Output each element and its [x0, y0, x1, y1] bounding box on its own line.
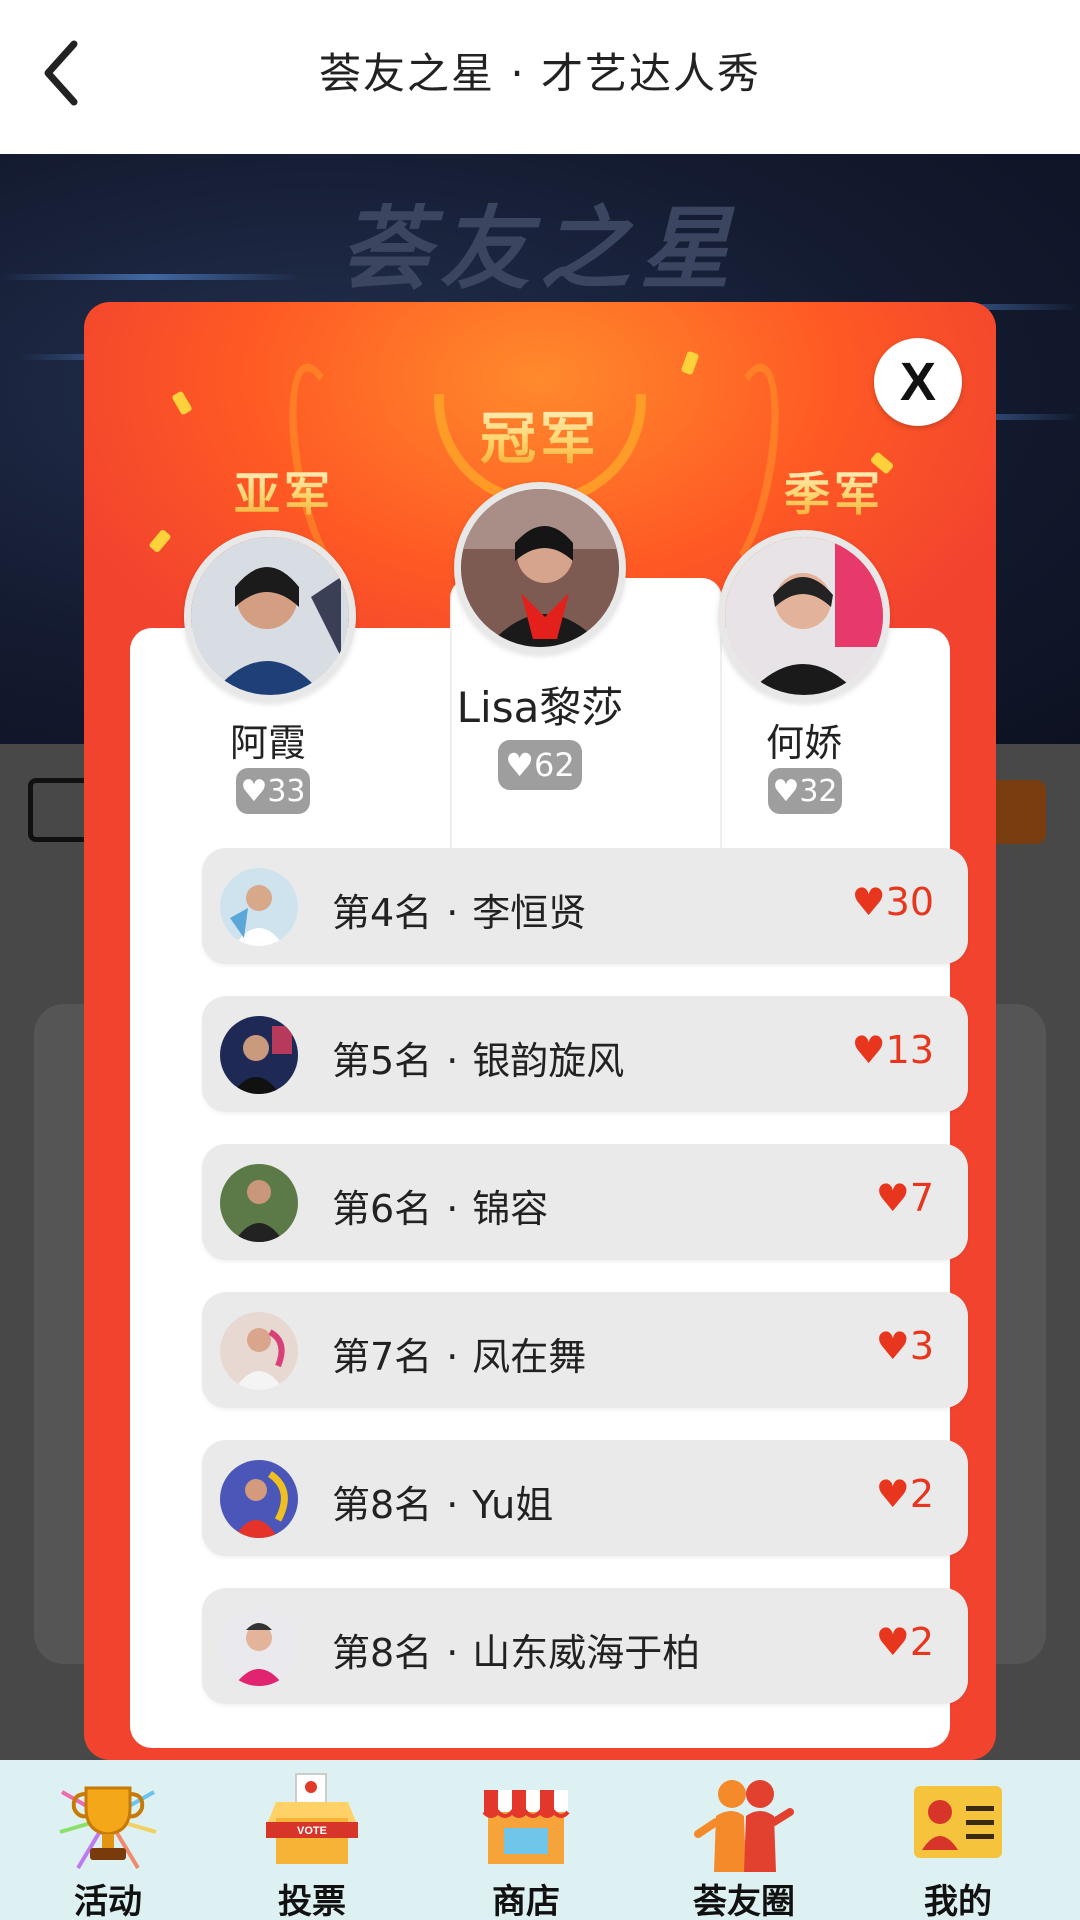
- second-place-votes: ♥33: [236, 768, 310, 814]
- avatar: [220, 868, 298, 946]
- store-icon: [482, 1790, 570, 1864]
- ranking-row[interactable]: 第8名 · Yu姐 ♥2: [202, 1440, 968, 1556]
- third-place-title: 季军: [744, 458, 924, 524]
- tab-mine[interactable]: 我的: [850, 1760, 1066, 1920]
- avatar: [220, 1312, 298, 1390]
- avatar: [220, 1460, 298, 1538]
- third-place-avatar[interactable]: [718, 530, 890, 702]
- tab-label: 投票: [278, 1882, 346, 1920]
- vote-count: ♥13: [851, 1028, 934, 1072]
- tab-store[interactable]: 商店: [418, 1760, 634, 1920]
- ranking-row-label: 第5名 · 银韵旋风: [332, 1039, 625, 1083]
- tab-activity[interactable]: 活动: [0, 1760, 216, 1920]
- avatar: [220, 1164, 298, 1242]
- close-icon: X: [899, 352, 937, 412]
- svg-text:VOTE: VOTE: [297, 1825, 327, 1837]
- ranking-row-label: 第6名 · 锦容: [332, 1187, 549, 1231]
- avatar: [220, 1608, 298, 1686]
- vote-count: ♥2: [875, 1472, 934, 1516]
- friends-icon: [694, 1780, 794, 1872]
- ranking-row[interactable]: 第6名 · 锦容 ♥7: [202, 1144, 968, 1260]
- tab-vote[interactable]: VOTE 投票: [204, 1760, 420, 1920]
- tab-label: 荟友圈: [693, 1882, 795, 1920]
- vote-box-icon: VOTE: [266, 1773, 358, 1864]
- champion-votes: ♥62: [498, 740, 582, 790]
- tab-friends[interactable]: 荟友圈: [636, 1760, 852, 1920]
- trophy-icon: [59, 1786, 157, 1870]
- close-button[interactable]: X: [874, 338, 962, 426]
- ranking-row-label: 第7名 · 凤在舞: [332, 1335, 587, 1379]
- background-banner-title: 荟友之星: [340, 197, 740, 302]
- avatar: [220, 1016, 298, 1094]
- champion-name: Lisa黎莎: [456, 683, 624, 732]
- vote-count: ♥2: [875, 1620, 934, 1664]
- champion-avatar[interactable]: [454, 482, 626, 654]
- vote-count: ♥7: [875, 1176, 934, 1220]
- bottom-tab-bar: 活动 VOTE 投票 商店 荟友圈 我的: [0, 1760, 1080, 1920]
- ranking-row-label: 第8名 · 山东威海于柏: [332, 1631, 701, 1675]
- champion-title: 冠军: [440, 394, 640, 475]
- ranking-row[interactable]: 第5名 · 银韵旋风 ♥13: [202, 996, 968, 1112]
- film-icon: [28, 778, 92, 842]
- vote-count: ♥30: [851, 880, 934, 924]
- tab-label: 活动: [74, 1882, 142, 1920]
- profile-card-icon: [914, 1786, 1002, 1858]
- second-place-title: 亚军: [194, 458, 374, 524]
- ranking-row[interactable]: 第8名 · 山东威海于柏 ♥2: [202, 1588, 968, 1704]
- third-place-votes: ♥32: [768, 768, 842, 814]
- ranking-row-label: 第4名 · 李恒贤: [332, 891, 587, 935]
- tab-label: 我的: [924, 1882, 992, 1920]
- app-header: 荟友之星 · 才艺达人秀: [0, 0, 1080, 154]
- tab-label: 商店: [492, 1882, 560, 1920]
- second-place-name: 阿霞: [229, 721, 306, 765]
- vote-count: ♥3: [875, 1324, 934, 1368]
- ranking-row-label: 第8名 · Yu姐: [332, 1483, 554, 1527]
- page-title: 荟友之星 · 才艺达人秀: [318, 49, 762, 98]
- ranking-row[interactable]: 第4名 · 李恒贤 ♥30: [202, 848, 968, 964]
- third-place-name: 何娇: [765, 721, 842, 765]
- ranking-row[interactable]: 第7名 · 凤在舞 ♥3: [202, 1292, 968, 1408]
- ranking-modal: 冠军 亚军 季军 X 第4名 · 李恒贤 ♥30 第5名 · 银韵旋风 ♥13 第6名 ·…: [84, 302, 996, 1760]
- second-place-avatar[interactable]: [184, 530, 356, 702]
